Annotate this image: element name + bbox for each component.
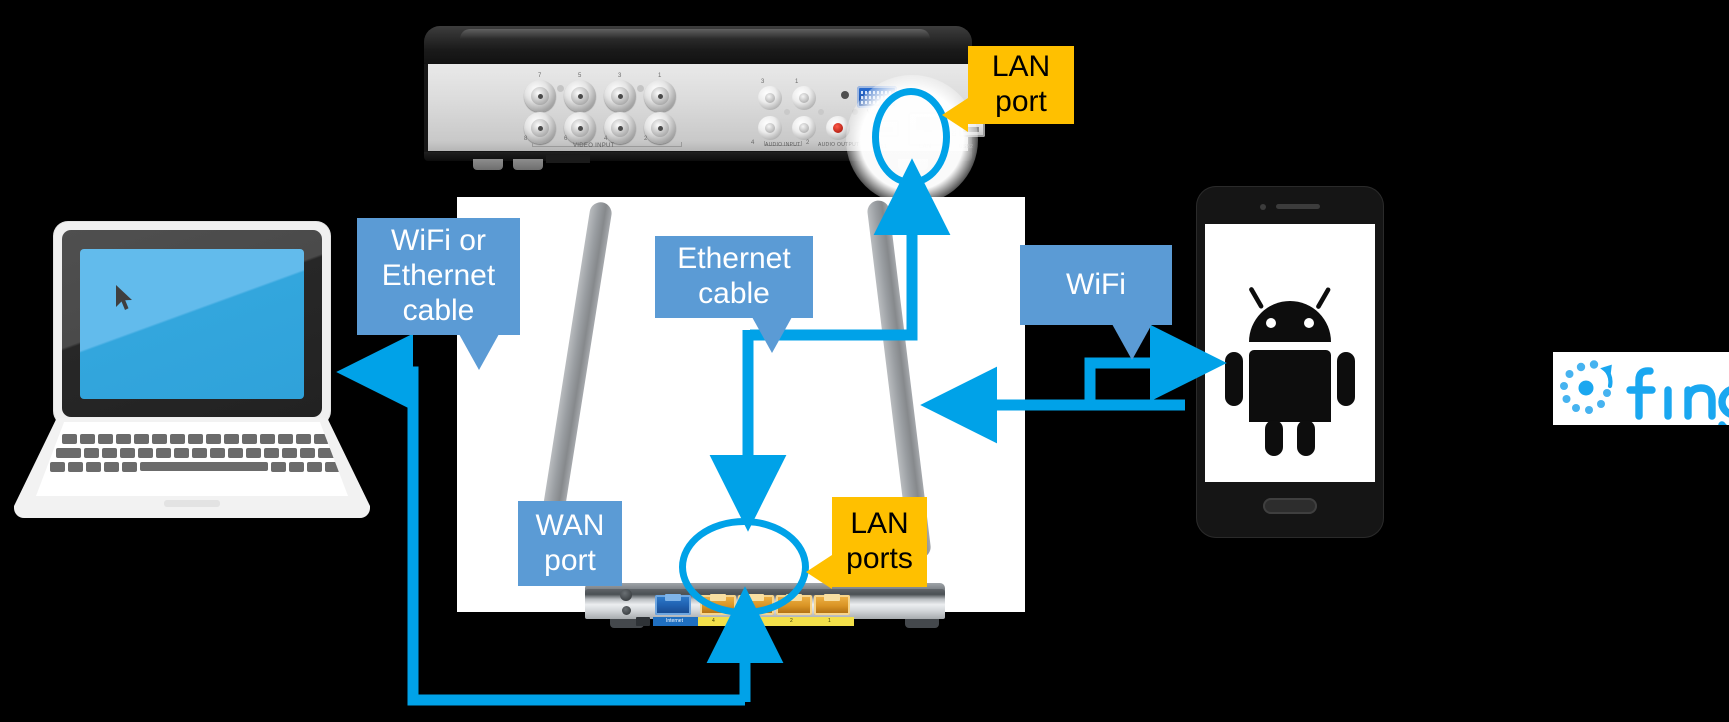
phone-camera-icon — [1260, 204, 1266, 210]
dvr-bnc-7 — [524, 80, 556, 112]
dvr-bnc-num-7: 7 — [538, 73, 542, 79]
fing-logo — [1553, 352, 1729, 434]
laptop-device — [14, 222, 370, 518]
dvr-video-input-label: VIDEO INPUT — [573, 143, 615, 149]
dvr-bnc-5 — [564, 80, 596, 112]
dvr-rca-audio-in-1 — [792, 86, 816, 110]
dvr-audio-in-num-1: 1 — [795, 79, 799, 85]
router-wan-label: Internet — [666, 618, 683, 624]
router-lan-ports-highlight-ring — [679, 518, 809, 616]
laptop-key-row-2 — [56, 448, 343, 458]
callout-wifi-or-ethernet-line3: cable — [402, 293, 475, 327]
callout-lan-ports-router-tail — [806, 555, 832, 589]
phone-home-button[interactable] — [1263, 498, 1317, 514]
router-reset-button[interactable] — [622, 606, 631, 615]
router-lan-port-1 — [814, 594, 850, 615]
callout-lan-ports-router-line1: LAN — [850, 507, 909, 541]
callout-lan-port-dvr-tail — [942, 98, 968, 132]
laptop-key-row-3 — [50, 462, 348, 472]
dvr-lan-port-highlight-ring — [872, 88, 950, 186]
arrow-wifi-to-phone — [1084, 324, 1227, 402]
callout-lan-ports-router-line2: ports — [846, 542, 913, 575]
dvr-bnc-num-5: 5 — [578, 73, 582, 79]
dvr-bnc-num-3: 3 — [618, 73, 622, 79]
dvr-bnc-6 — [564, 112, 596, 144]
laptop-keyboard-deck — [36, 422, 348, 496]
router-lan-num-1: 1 — [828, 618, 831, 624]
dvr-bnc-num-1: 1 — [658, 73, 662, 79]
fing-radar-icon — [1560, 360, 1729, 434]
router-lan-num-4: 4 — [712, 618, 715, 624]
callout-wan-port-line1: WAN — [535, 508, 605, 542]
callout-lan-port-dvr-line2: port — [995, 85, 1047, 118]
callout-ethernet-cable-line2: cable — [698, 277, 770, 310]
dvr-audio-input-label: AUDIO INPUT — [765, 142, 801, 148]
diagram-canvas: 7 5 3 1 8 6 4 2 VIDEO INPUT 3 1 4 2 AUDI… — [0, 0, 1729, 722]
callout-lan-port-dvr-line1: LAN — [991, 50, 1051, 84]
phone-screen — [1205, 224, 1375, 482]
dvr-rca-audio-in-2 — [792, 116, 816, 140]
dvr-bnc-1 — [644, 80, 676, 112]
router-usb-icon — [636, 617, 650, 626]
callout-ethernet-cable: Ethernet cable — [655, 236, 813, 318]
dvr-top-shell — [424, 26, 972, 66]
callout-ethernet-cable-tail — [752, 317, 792, 353]
laptop-key-row-1 — [62, 434, 329, 444]
router-lan-num-2: 2 — [790, 618, 793, 624]
callout-lan-port-dvr: LAN port — [968, 46, 1074, 124]
dvr-bnc-num-8: 8 — [524, 136, 528, 142]
phone-speaker-icon — [1276, 204, 1320, 209]
callout-lan-ports-router: LAN ports — [832, 497, 927, 587]
phone-device — [1196, 186, 1384, 538]
cursor-icon — [116, 285, 132, 310]
callout-wifi-or-ethernet-line1: WiFi or — [391, 224, 486, 258]
callout-wifi-or-ethernet-tail — [459, 334, 499, 370]
dvr-audio-in-num-4: 4 — [751, 140, 755, 146]
dvr-bnc-8 — [524, 112, 556, 144]
callout-wifi-or-ethernet: WiFi or Ethernet cable — [357, 218, 520, 335]
dvr-bnc-3 — [604, 80, 636, 112]
dvr-bnc-4 — [604, 112, 636, 144]
callout-wifi-or-ethernet-line2: Ethernet — [381, 259, 496, 293]
dvr-rca-audio-in-3 — [758, 86, 782, 110]
callout-wifi-line1: WiFi — [1066, 267, 1126, 301]
router-lan-group-label: Ethernet — [730, 618, 749, 624]
router-wan-port — [655, 594, 691, 615]
callout-wifi: WiFi — [1020, 245, 1172, 325]
callout-wifi-tail — [1112, 324, 1152, 360]
android-robot-icon — [1225, 287, 1355, 456]
router-power-jack — [620, 589, 632, 601]
dvr-rca-audio-in-4 — [758, 116, 782, 140]
dvr-audio-in-num-2: 2 — [806, 140, 810, 146]
callout-ethernet-cable-line1: Ethernet — [677, 242, 791, 276]
dvr-audio-in-num-3: 3 — [761, 79, 765, 85]
callout-wan-port: WAN port — [518, 501, 622, 586]
laptop-screen — [80, 249, 304, 399]
laptop-trackpad — [164, 500, 220, 507]
dvr-bnc-2 — [644, 112, 676, 144]
callout-wan-port-line2: port — [544, 543, 596, 577]
